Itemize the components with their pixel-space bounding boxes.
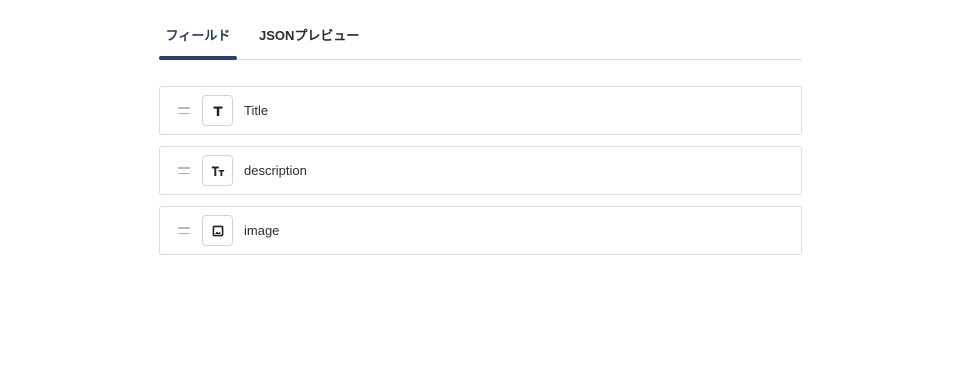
tab-fields[interactable]: フィールド xyxy=(159,0,237,60)
text-icon xyxy=(202,95,233,126)
tab-json-preview[interactable]: JSONプレビュー xyxy=(259,0,359,59)
field-row-title[interactable]: Title xyxy=(159,86,802,135)
rich-text-icon xyxy=(202,155,233,186)
field-list: Title description image xyxy=(159,86,802,255)
image-icon xyxy=(202,215,233,246)
field-name: Title xyxy=(244,103,269,118)
drag-handle-icon[interactable] xyxy=(178,167,190,174)
field-row-image[interactable]: image xyxy=(159,206,802,255)
editor-panel: フィールド JSONプレビュー Title description image xyxy=(159,0,802,266)
field-name: description xyxy=(244,163,307,178)
drag-handle-icon[interactable] xyxy=(178,227,190,234)
field-row-description[interactable]: description xyxy=(159,146,802,195)
drag-handle-icon[interactable] xyxy=(178,107,190,114)
tab-bar: フィールド JSONプレビュー xyxy=(159,0,802,60)
field-name: image xyxy=(244,223,280,238)
